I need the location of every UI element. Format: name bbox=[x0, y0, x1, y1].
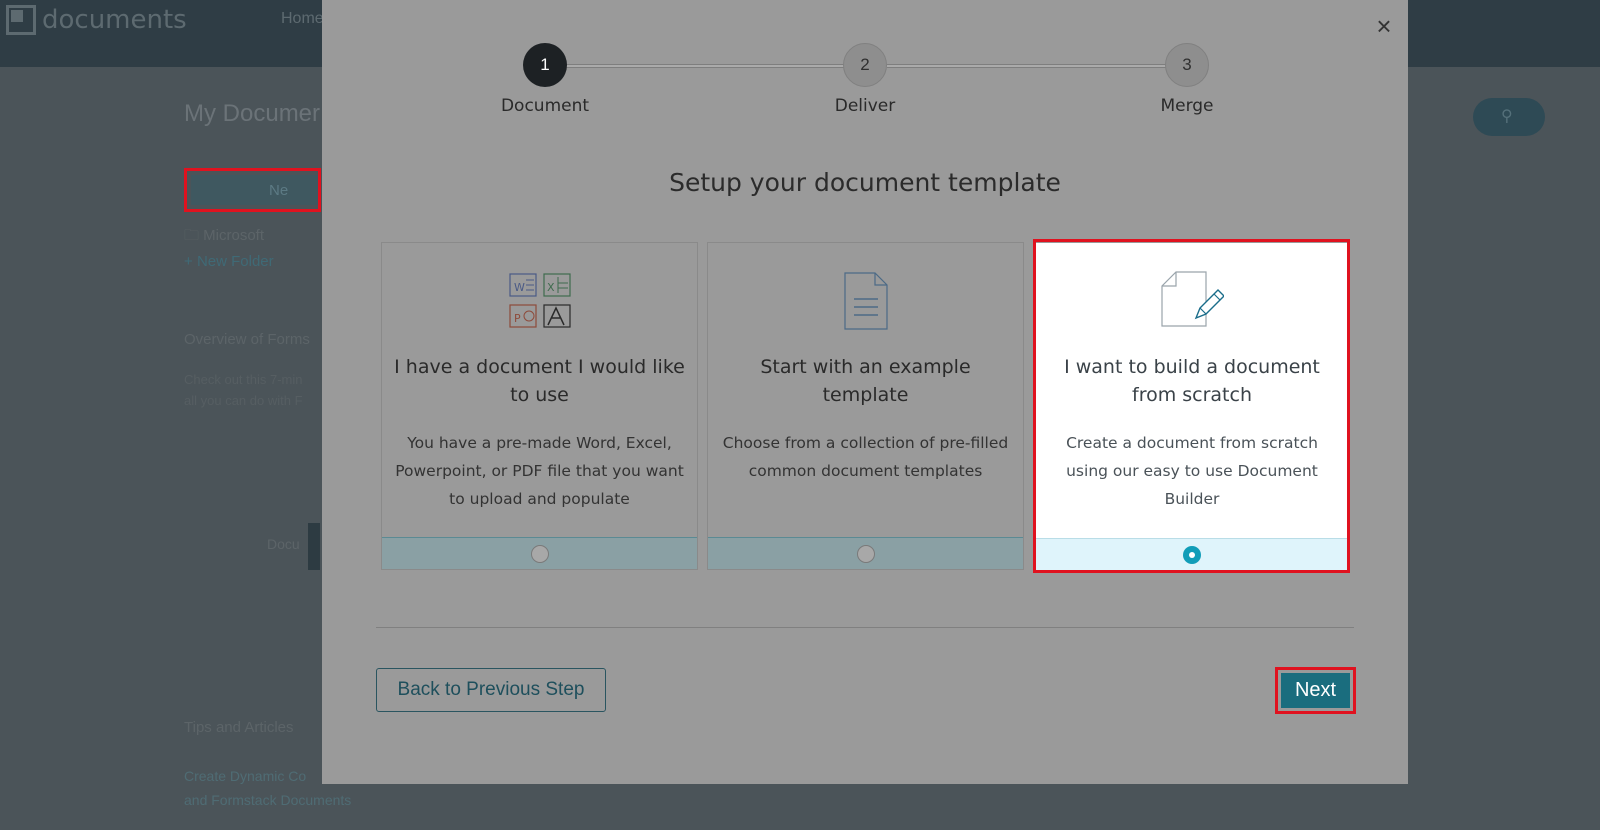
next-button[interactable]: Next bbox=[1281, 673, 1350, 708]
next-button-highlight: Next bbox=[1275, 667, 1356, 714]
option-radio[interactable] bbox=[530, 545, 549, 563]
nav-home[interactable]: Home bbox=[281, 10, 324, 28]
tips-link-2[interactable]: and Formstack Documents bbox=[184, 792, 351, 808]
option-description: Create a document from scratch using our… bbox=[1066, 434, 1318, 508]
option-card-example-template[interactable]: Start with an example template Choose fr… bbox=[707, 242, 1024, 570]
back-to-previous-step-button[interactable]: Back to Previous Step bbox=[376, 668, 606, 712]
option-radio[interactable] bbox=[856, 545, 875, 563]
new-document-highlight: Ne bbox=[184, 168, 321, 212]
office-files-icon: W X P bbox=[508, 271, 572, 336]
docu-label: Docu bbox=[267, 536, 300, 552]
option-description: You have a pre-made Word, Excel, Powerpo… bbox=[395, 434, 684, 508]
option-footer[interactable] bbox=[1036, 538, 1348, 570]
step-3-label: Merge bbox=[1160, 96, 1214, 116]
option-title: I have a document I would like to use bbox=[394, 356, 685, 406]
modal-divider bbox=[376, 627, 1354, 628]
tips-heading: Tips and Articles bbox=[184, 719, 294, 736]
option-title: Start with an example template bbox=[760, 356, 971, 406]
logo-icon bbox=[6, 5, 36, 35]
option-radio-selected[interactable] bbox=[1183, 546, 1201, 564]
overview-text-2: all you can do with F bbox=[184, 393, 303, 408]
new-folder-link[interactable]: + New Folder bbox=[184, 253, 274, 270]
modal-heading: Setup your document template bbox=[669, 168, 1061, 197]
new-document-button[interactable]: Ne bbox=[191, 175, 318, 205]
option-card-build-from-scratch[interactable]: I want to build a document from scratch … bbox=[1036, 243, 1348, 570]
svg-text:W: W bbox=[514, 281, 525, 294]
svg-text:X: X bbox=[547, 281, 555, 294]
option-footer[interactable] bbox=[708, 537, 1023, 569]
step-1-circle: 1 bbox=[523, 43, 567, 87]
video-thumbnail[interactable] bbox=[308, 523, 320, 570]
step-2-circle: 2 bbox=[843, 43, 887, 87]
step-3-circle: 3 bbox=[1165, 43, 1209, 87]
new-document-label: Ne bbox=[269, 182, 289, 199]
logo-text: documents bbox=[42, 5, 187, 35]
page-title: My Documer bbox=[184, 100, 321, 127]
option-description: Choose from a collection of pre-filled c… bbox=[722, 434, 1009, 480]
step-1-label: Document bbox=[500, 96, 590, 116]
option-title: I want to build a document from scratch bbox=[1064, 356, 1320, 406]
tips-link-1[interactable]: Create Dynamic Co bbox=[184, 768, 306, 784]
search-icon: ⚲ bbox=[1501, 108, 1513, 125]
document-pencil-icon bbox=[1160, 270, 1225, 335]
close-icon[interactable]: × bbox=[1373, 13, 1395, 39]
svg-text:P: P bbox=[514, 312, 521, 325]
option-footer[interactable] bbox=[382, 537, 697, 569]
folder-microsoft[interactable]: 🗀 Microsoft bbox=[184, 225, 264, 250]
folder-microsoft-label: Microsoft bbox=[203, 227, 265, 244]
app-logo[interactable]: documents bbox=[6, 5, 187, 35]
new-folder-label: New Folder bbox=[196, 253, 274, 270]
step-2-label: Deliver bbox=[834, 96, 896, 116]
search-button[interactable]: ⚲ bbox=[1473, 98, 1545, 136]
option-card-existing-document[interactable]: W X P I have a document I would like to … bbox=[381, 242, 698, 570]
document-lines-icon bbox=[843, 271, 889, 336]
stepper-line-2 bbox=[887, 64, 1172, 68]
overview-text-1: Check out this 7-min bbox=[184, 372, 303, 387]
overview-heading: Overview of Forms bbox=[184, 331, 310, 348]
stepper-line-1 bbox=[565, 64, 857, 68]
